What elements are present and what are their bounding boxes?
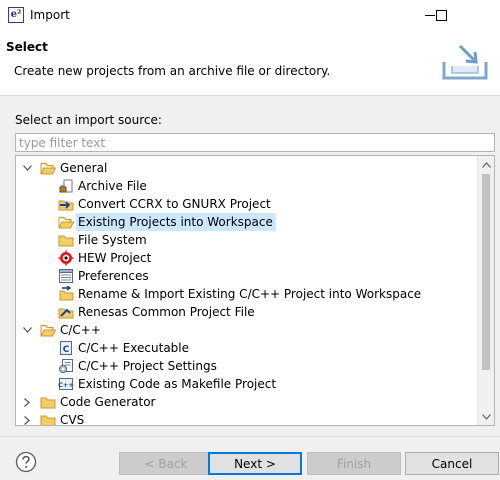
- tree-item-label: Existing Projects into Workspace: [78, 215, 273, 229]
- tree-item[interactable]: Renesas Common Project File: [16, 303, 478, 321]
- chevron-right-icon[interactable]: [22, 411, 32, 425]
- tree-item-label-wrap: C/C++ Project Settings: [76, 357, 220, 375]
- tree-item-label: HEW Project: [78, 251, 152, 265]
- footer-separator: [0, 436, 500, 437]
- page-description: Create new projects from an archive file…: [14, 64, 331, 78]
- back-button[interactable]: < Back: [119, 452, 213, 475]
- scroll-thumb[interactable]: [482, 174, 490, 370]
- chevron-down-icon[interactable]: [22, 159, 32, 177]
- tree-item[interactable]: File System: [16, 231, 478, 249]
- folder-icon: [40, 397, 56, 409]
- tree-item[interactable]: Rename & Import Existing C/C++ Project i…: [16, 285, 478, 303]
- window-title: Import: [30, 8, 70, 22]
- tree-item[interactable]: Convert CCRX to GNURX Project: [16, 195, 478, 213]
- tree-item-label: C/C++ Project Settings: [78, 359, 217, 373]
- tree-item-label-wrap: HEW Project: [76, 249, 154, 267]
- tree-item-label-wrap: Existing Projects into Workspace: [76, 213, 276, 231]
- tree-item[interactable]: Archive File: [16, 177, 478, 195]
- folder-icon: [58, 235, 74, 247]
- tree-item-label-wrap: File System: [76, 231, 150, 249]
- tree-item-label-wrap: General: [58, 159, 110, 177]
- tree-item-label-wrap: Rename & Import Existing C/C++ Project i…: [76, 285, 424, 303]
- hew-project-icon: [58, 250, 74, 266]
- tree-item-label-wrap: Renesas Common Project File: [76, 303, 258, 321]
- folder-icon: [40, 415, 56, 425]
- cancel-button[interactable]: Cancel: [405, 452, 499, 475]
- renesas-project-icon: [58, 308, 74, 319]
- tree-item[interactable]: General: [16, 159, 478, 177]
- tree-item[interactable]: C C/C++ Executable: [16, 339, 478, 357]
- import-wizard-icon: [442, 44, 488, 80]
- tree-item-label: CVS: [60, 413, 85, 426]
- tree-rows: General Archive File Convert CCRX to GNURX…: [16, 159, 478, 426]
- makefile-project-icon: C++: [58, 378, 74, 390]
- maximize-button[interactable]: [418, 0, 464, 30]
- tree-item[interactable]: HEW Project: [16, 249, 478, 267]
- maximize-icon: [435, 9, 447, 21]
- tree-item-label: Preferences: [78, 269, 149, 283]
- help-icon[interactable]: [15, 451, 37, 473]
- tree-item-label: C/C++: [60, 323, 101, 337]
- tree-item-label-wrap: Preferences: [76, 267, 152, 285]
- svg-text:C++: C++: [58, 381, 74, 389]
- tree-item[interactable]: C++ Existing Code as Makefile Project: [16, 375, 478, 393]
- scroll-up-arrow[interactable]: [478, 156, 494, 173]
- title-bar: e² Import: [0, 0, 500, 30]
- tree-item-label: C/C++ Executable: [78, 341, 190, 355]
- preferences-icon: [59, 269, 73, 283]
- tree-item-label-wrap: C/C++ Executable: [76, 339, 192, 357]
- convert-project-icon: [58, 200, 74, 211]
- project-settings-icon: [59, 359, 73, 373]
- tree-item-label: Existing Code as Makefile Project: [78, 377, 277, 391]
- folder-open-icon: [58, 217, 74, 229]
- tree-item[interactable]: CVS: [16, 411, 478, 426]
- tree-item-label: Code Generator: [60, 395, 156, 409]
- import-source-tree[interactable]: General Archive File Convert CCRX to GNURX…: [15, 155, 495, 426]
- rename-import-icon: [59, 286, 74, 301]
- tree-item[interactable]: Existing Projects into Workspace: [16, 213, 478, 231]
- folder-open-icon: [40, 163, 56, 175]
- scroll-down-arrow[interactable]: [478, 408, 494, 425]
- vertical-scrollbar[interactable]: [477, 156, 494, 425]
- tree-item-label-wrap: CVS: [58, 411, 87, 426]
- tree-item-label-wrap: Archive File: [76, 177, 150, 195]
- tree-item-label: Renesas Common Project File: [78, 305, 255, 319]
- page-title: Select: [6, 40, 48, 54]
- finish-button[interactable]: Finish: [307, 452, 401, 475]
- next-button[interactable]: Next >: [208, 452, 302, 475]
- c-executable-icon: C: [60, 341, 72, 355]
- tree-item[interactable]: Code Generator: [16, 393, 478, 411]
- tree-item-label-wrap: Code Generator: [58, 393, 158, 411]
- tree-item-label-wrap: Convert CCRX to GNURX Project: [76, 195, 274, 213]
- tree-item[interactable]: Preferences: [16, 267, 478, 285]
- filter-input[interactable]: [15, 133, 495, 152]
- chevron-right-icon[interactable]: [22, 393, 32, 411]
- folder-open-icon: [40, 325, 56, 337]
- eclipse-e2-icon: e²: [8, 7, 24, 23]
- import-source-label: Select an import source:: [15, 113, 162, 127]
- archive-file-icon: [59, 179, 73, 193]
- svg-text:C: C: [63, 345, 70, 355]
- tree-item-label: File System: [78, 233, 147, 247]
- wizard-header: Select Create new projects from an archi…: [0, 30, 500, 96]
- tree-item-label-wrap: C/C++: [58, 321, 104, 339]
- tree-item-label-wrap: Existing Code as Makefile Project: [76, 375, 279, 393]
- tree-item-label: Convert CCRX to GNURX Project: [78, 197, 271, 211]
- tree-item-label: General: [60, 161, 108, 175]
- tree-item[interactable]: C/C++: [16, 321, 478, 339]
- tree-item[interactable]: C/C++ Project Settings: [16, 357, 478, 375]
- tree-item-label: Rename & Import Existing C/C++ Project i…: [78, 287, 422, 301]
- chevron-down-icon[interactable]: [22, 321, 32, 339]
- tree-item-label: Archive File: [78, 179, 147, 193]
